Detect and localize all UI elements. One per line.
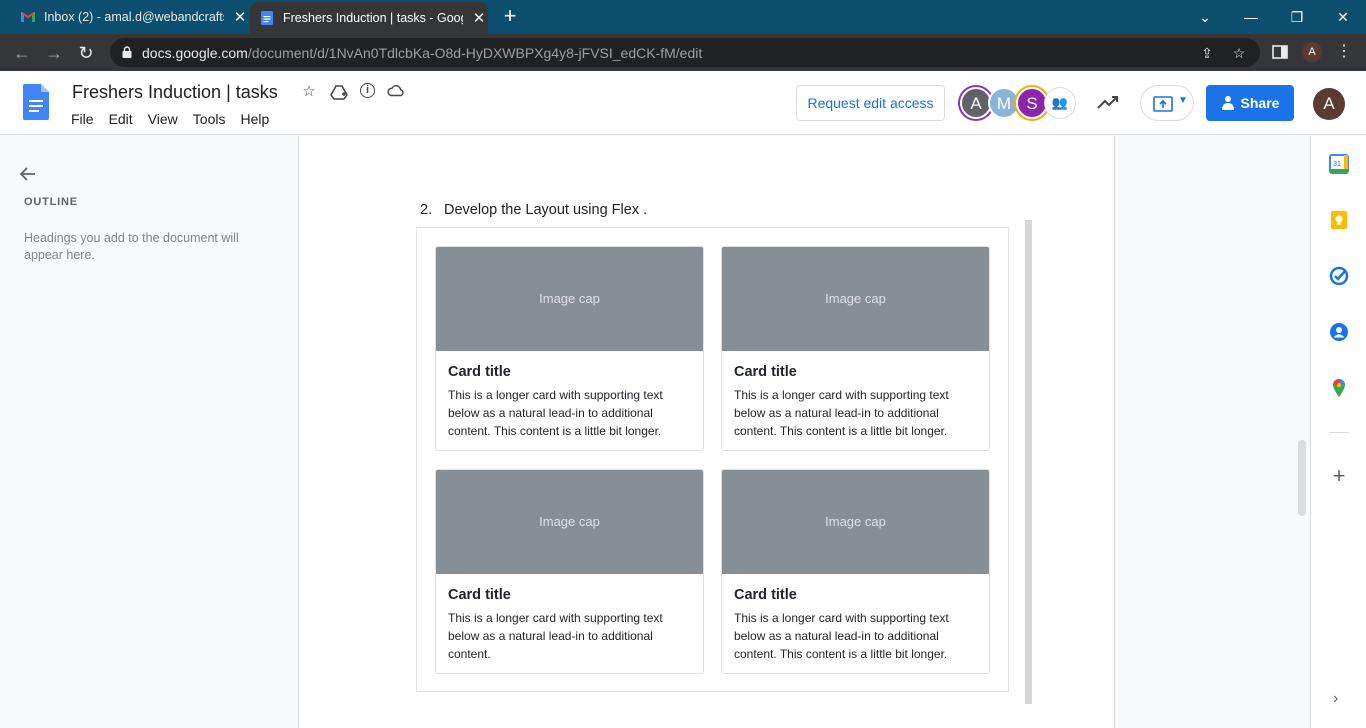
restore-button[interactable]: ❐ — [1274, 0, 1320, 34]
calendar-icon[interactable]: 31 — [1329, 154, 1349, 174]
browser-toolbar: ← → ↻ docs.google.com/document/d/1NvAn0T… — [0, 34, 1366, 71]
browser-menu-icon[interactable]: ⋮ — [1336, 41, 1352, 61]
menu-help[interactable]: Help — [240, 111, 275, 127]
share-button[interactable]: Share — [1206, 85, 1294, 121]
card: Image cap Card title This is a longer ca… — [721, 469, 990, 674]
document-outline: OUTLINE Headings you add to the document… — [0, 136, 298, 728]
side-panel: 31 + › — [1310, 136, 1366, 728]
google-docs-logo[interactable] — [23, 84, 49, 120]
menu-view[interactable]: View — [148, 111, 184, 127]
present-button[interactable]: ▼ — [1140, 85, 1194, 121]
outline-heading: OUTLINE — [24, 196, 78, 208]
new-tab-button[interactable]: + — [498, 4, 522, 28]
gmail-icon — [21, 12, 35, 22]
forward-arrow-icon[interactable]: → — [41, 40, 67, 66]
tab-gmail[interactable]: Inbox (2) - amal.d@webandcrafts ✕ — [10, 0, 250, 34]
star-icon[interactable]: ☆ — [300, 83, 318, 101]
share-person-icon — [1221, 96, 1234, 110]
contacts-icon[interactable] — [1329, 322, 1349, 342]
move-to-drive-icon[interactable] — [330, 83, 348, 101]
url-path: /document/d/1NvAn0TdlcbKa-O8d-HyDXWBPXg4… — [247, 45, 703, 61]
present-icon — [1153, 96, 1173, 112]
more-collaborators-icon[interactable]: 👥 — [1044, 87, 1076, 119]
docs-header: Freshers Induction | tasks ☆ i File Edit… — [0, 71, 1366, 135]
card-title: Card title — [448, 364, 511, 380]
request-edit-access-button[interactable]: Request edit access — [796, 85, 945, 121]
account-avatar[interactable]: A — [1313, 88, 1345, 120]
menu-bar: File Edit View Tools Help — [71, 111, 284, 127]
image-scrollbar — [1025, 220, 1032, 704]
card-title: Card title — [734, 587, 797, 603]
card-image-cap: Image cap — [722, 470, 989, 574]
maps-icon[interactable] — [1329, 378, 1349, 398]
card-text: This is a longer card with supporting te… — [448, 611, 663, 661]
menu-edit[interactable]: Edit — [109, 111, 139, 127]
card-text: This is a longer card with supporting te… — [734, 388, 949, 438]
back-arrow-icon[interactable]: ← — [9, 40, 35, 66]
url-host: docs.google.com — [142, 45, 248, 61]
close-tab-icon[interactable]: ✕ — [232, 8, 248, 26]
card: Image cap Card title This is a longer ca… — [435, 469, 704, 674]
tasks-icon[interactable] — [1329, 266, 1349, 286]
document-scrollbar[interactable] — [1298, 440, 1306, 516]
close-window-button[interactable]: ✕ — [1320, 0, 1366, 34]
card-title: Card title — [448, 587, 511, 603]
card-image-cap: Image cap — [722, 247, 989, 351]
document-canvas: 2. Develop the Layout using Flex . Image … — [298, 136, 1310, 728]
url-text: docs.google.com/document/d/1NvAn0TdlcbKa… — [142, 45, 702, 61]
list-text: Develop the Layout using Flex . — [444, 202, 648, 218]
chevron-right-icon[interactable]: › — [1333, 690, 1338, 708]
card-text: This is a longer card with supporting te… — [448, 388, 663, 438]
share-page-icon[interactable]: ⇪ — [1198, 44, 1216, 62]
browser-tab-strip: Inbox (2) - amal.d@webandcrafts ✕ Freshe… — [0, 0, 1366, 34]
reload-icon[interactable]: ↻ — [73, 40, 99, 66]
activity-trend-icon[interactable] — [1097, 93, 1119, 111]
address-bar[interactable]: docs.google.com/document/d/1NvAn0TdlcbKa… — [110, 38, 1260, 67]
card-text: This is a longer card with supporting te… — [734, 611, 949, 661]
lock-icon — [122, 46, 132, 58]
card: Image cap Card title This is a longer ca… — [721, 246, 990, 451]
dropdown-arrow-icon: ▼ — [1178, 95, 1188, 106]
tab-title: Freshers Induction | tasks - Goog — [283, 11, 463, 25]
list-number: 2. — [420, 202, 433, 218]
side-panel-icon[interactable] — [1272, 45, 1288, 59]
back-arrow-icon[interactable] — [18, 164, 38, 184]
minimize-button[interactable]: — — [1228, 0, 1274, 34]
docs-icon — [261, 11, 273, 25]
close-tab-icon[interactable]: ✕ — [471, 9, 487, 27]
document-page[interactable]: 2. Develop the Layout using Flex . Image … — [298, 136, 1115, 728]
menu-tools[interactable]: Tools — [193, 111, 232, 127]
add-addon-icon[interactable]: + — [1329, 465, 1349, 487]
card-title: Card title — [734, 364, 797, 380]
svg-text:31: 31 — [1333, 161, 1341, 168]
menu-file[interactable]: File — [71, 111, 100, 127]
share-label: Share — [1240, 95, 1280, 111]
outline-placeholder: Headings you add to the document will ap… — [24, 231, 239, 262]
keep-icon[interactable] — [1329, 210, 1349, 230]
cloud-saved-icon[interactable] — [387, 83, 405, 99]
info-icon[interactable]: i — [360, 83, 375, 98]
card-image-cap: Image cap — [436, 470, 703, 574]
tab-search-icon[interactable]: ⌄ — [1182, 0, 1228, 34]
tab-docs[interactable]: Freshers Induction | tasks - Goog ✕ — [250, 2, 488, 34]
card-image-cap: Image cap — [436, 247, 703, 351]
list-item: 2. Develop the Layout using Flex . — [420, 202, 647, 218]
embedded-image[interactable]: Image cap Card title This is a longer ca… — [416, 227, 1009, 692]
tab-title: Inbox (2) - amal.d@webandcrafts — [44, 10, 224, 24]
bookmark-star-icon[interactable]: ☆ — [1230, 44, 1248, 62]
divider — [1329, 432, 1349, 433]
document-title[interactable]: Freshers Induction | tasks — [72, 82, 278, 103]
card: Image cap Card title This is a longer ca… — [435, 246, 704, 451]
browser-profile-avatar[interactable]: A — [1302, 42, 1322, 62]
